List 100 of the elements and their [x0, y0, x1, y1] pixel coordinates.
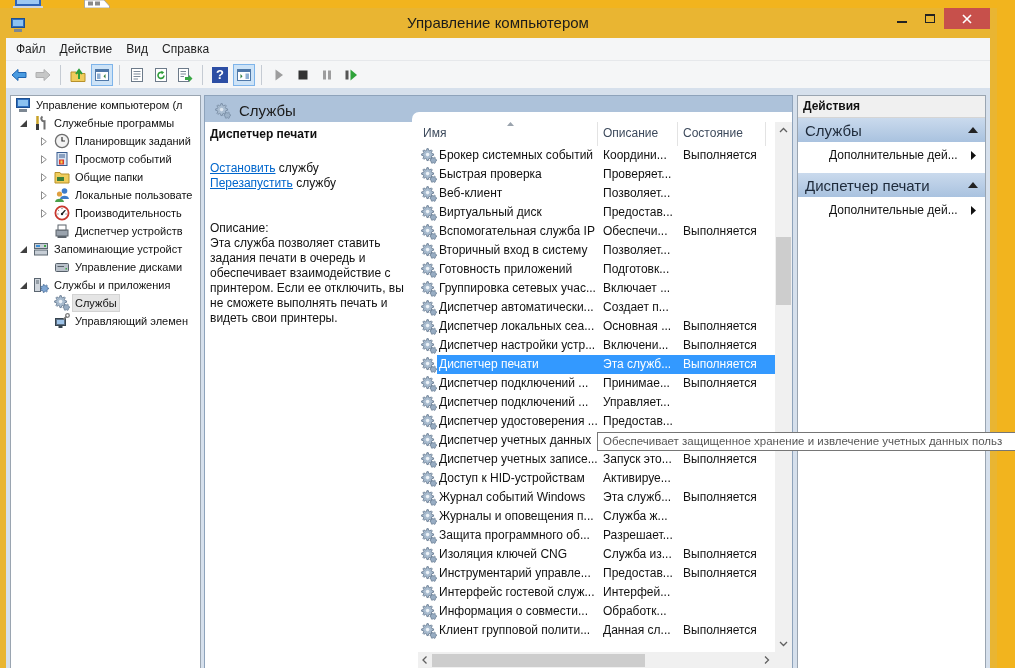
table-row[interactable]: Журналы и оповещения п... Служба ж...: [437, 507, 775, 526]
table-row[interactable]: Виртуальный диск Предостав...: [437, 203, 775, 222]
table-row[interactable]: Диспетчер удостоверения ... Предостав...: [437, 412, 775, 431]
table-cell-text: Клиент групповой полити...: [438, 622, 592, 639]
tree-item[interactable]: Диспетчер устройств: [72, 222, 186, 240]
caret-down-icon[interactable]: [20, 245, 27, 253]
gears-icon: [421, 565, 437, 582]
caret-right-icon[interactable]: [41, 172, 47, 182]
caret-right-icon: [971, 205, 976, 215]
table-row[interactable]: Интерфейс гостевой служ... Интерфей...: [437, 583, 775, 602]
action-text: Перезапустить службу: [210, 176, 338, 191]
table-row[interactable]: Веб-клиент Позволяет...: [437, 184, 775, 203]
table-cell-text: Включени...: [602, 337, 670, 354]
description-text: Эта служба позволяет ставить задания печати в очередь и обеспечивает взаимодействие с принтером. Если ее отключить, вы не сможете выполнять печать и видеть свои принтеры.: [210, 236, 405, 326]
table-row[interactable]: Готовность приложений Подготовк...: [437, 260, 775, 279]
tree-item[interactable]: Управление дисками: [72, 258, 186, 276]
table-cell-text: Готовность приложений: [438, 261, 574, 278]
table-row[interactable]: Клиент групповой полити... Данная сл... Выполняется: [437, 621, 775, 640]
table-row[interactable]: Защита программного об... Разрешает...: [437, 526, 775, 545]
action-link[interactable]: Перезапустить: [210, 176, 293, 190]
caret-up-icon[interactable]: [968, 182, 978, 188]
table-row[interactable]: Диспетчер локальных сеа... Основная ... Выполняется: [437, 317, 775, 336]
caret-right-icon[interactable]: [41, 136, 47, 146]
table-cell-text: Виртуальный диск: [438, 204, 543, 221]
menu-item[interactable]: Справка: [155, 40, 217, 58]
table-cell-text: Выполняется: [682, 622, 758, 639]
menu-item[interactable]: Действие: [52, 40, 120, 58]
column-header[interactable]: Описание: [598, 122, 678, 146]
gears-icon: [421, 527, 437, 544]
tree-item[interactable]: Планировщик заданий: [72, 132, 194, 150]
table-row[interactable]: Журнал событий Windows Эта служб... Выполняется: [437, 488, 775, 507]
table-row[interactable]: Вторичный вход в систему Позволяет...: [437, 241, 775, 260]
tree-item[interactable]: Производительность: [72, 204, 185, 222]
tree-item[interactable]: Просмотр событий: [72, 150, 175, 168]
table-row[interactable]: Вспомогательная служба IP Обеспечи... Выполняется: [437, 222, 775, 241]
column-header[interactable]: Имя: [418, 122, 598, 146]
caret-down-icon[interactable]: [20, 119, 27, 127]
section-header[interactable]: Диспетчер печати: [798, 173, 985, 197]
action-link[interactable]: Остановить: [210, 161, 276, 175]
table-cell-text: Выполняется: [682, 565, 758, 582]
gears-icon: [421, 280, 437, 297]
action-pane-button[interactable]: [233, 63, 255, 86]
console-tree-button[interactable]: [91, 63, 113, 86]
table-row[interactable]: Диспетчер подключений ... Управляет...: [437, 393, 775, 412]
table-cell-text: Веб-клиент: [438, 185, 504, 202]
table-cell-text: Защита программного об...: [438, 527, 591, 544]
maximize-icon: [925, 14, 935, 23]
gears-icon: [421, 356, 437, 373]
table-cell-text: Подготовк...: [602, 261, 671, 278]
action-item[interactable]: Дополнительные дей...: [798, 146, 985, 164]
scroll-thumb[interactable]: [432, 653, 645, 667]
caret-up-icon[interactable]: [968, 127, 978, 133]
table-cell-text: Диспетчер локальных сеа...: [438, 318, 596, 335]
table-row[interactable]: Диспетчер настройки устр... Включени... Выполняется: [437, 336, 775, 355]
menu-item[interactable]: Вид: [119, 40, 155, 58]
folder-icon: [54, 169, 70, 185]
table-cell-text: Диспетчер удостоверения ...: [438, 413, 598, 430]
scroll-thumb[interactable]: [776, 237, 791, 305]
caret-right-icon[interactable]: [41, 190, 47, 200]
monitor-icon: [13, 0, 43, 8]
tree-item[interactable]: Службы и приложения: [51, 276, 174, 294]
table-row[interactable]: Изоляция ключей CNG Служба из... Выполняется: [437, 545, 775, 564]
table-cell-text: Эта служб...: [602, 489, 673, 506]
tree-item[interactable]: Управление компьютером (л: [33, 96, 186, 114]
server-gear-icon: [33, 277, 49, 293]
table-cell-text: Служба ж...: [602, 508, 669, 525]
table-cell-text: Выполняется: [682, 546, 758, 563]
gears-icon: [421, 546, 437, 563]
tree-item[interactable]: Управляющий элемен: [72, 312, 191, 330]
table-cell-text: Данная сл...: [602, 622, 672, 639]
table-row[interactable]: Диспетчер учетных записе... Запуск это... Выполняется: [437, 450, 775, 469]
caret-right-icon[interactable]: [41, 208, 47, 218]
tree-item[interactable]: Запоминающие устройст: [51, 240, 186, 258]
gears-icon: [421, 185, 437, 202]
tree-item[interactable]: Служебные программы: [51, 114, 178, 132]
table-row[interactable]: Группировка сетевых учас... Включает ...: [437, 279, 775, 298]
table-row[interactable]: Диспетчер автоматически... Создает п...: [437, 298, 775, 317]
table-row[interactable]: Быстрая проверка Проверяет...: [437, 165, 775, 184]
tree-item[interactable]: Локальные пользовате: [72, 186, 196, 204]
tree-item[interactable]: Общие папки: [72, 168, 147, 186]
menu-item[interactable]: Файл: [9, 40, 53, 58]
caret-right-icon[interactable]: [41, 154, 47, 164]
caret-down-icon[interactable]: [20, 281, 27, 289]
table-row[interactable]: Информация о совмести... Обработк...: [437, 602, 775, 621]
gears-icon: [421, 622, 437, 639]
table-row[interactable]: Диспетчер подключений ... Принимае... Выполняется: [437, 374, 775, 393]
service-name: Диспетчер печати: [210, 127, 319, 142]
gauge-icon: [54, 205, 70, 221]
table-cell-text: Группировка сетевых учас...: [438, 280, 597, 297]
table-row[interactable]: Брокер системных событий Координи... Выполняется: [437, 146, 775, 165]
column-header[interactable]: Состояние: [678, 122, 766, 146]
log-book-icon: [54, 151, 70, 167]
table-row[interactable]: Доступ к HID-устройствам Активируе...: [437, 469, 775, 488]
table-cell-text: Инструментарий управле...: [438, 565, 592, 582]
table-row[interactable]: Инструментарий управле... Предостав... Выполняется: [437, 564, 775, 583]
horizontal-scrollbar[interactable]: [418, 652, 775, 668]
action-item[interactable]: Дополнительные дей...: [798, 201, 985, 219]
gears-icon: [54, 295, 70, 311]
tree-item[interactable]: Службы: [72, 294, 120, 312]
section-header[interactable]: Службы: [798, 118, 985, 142]
